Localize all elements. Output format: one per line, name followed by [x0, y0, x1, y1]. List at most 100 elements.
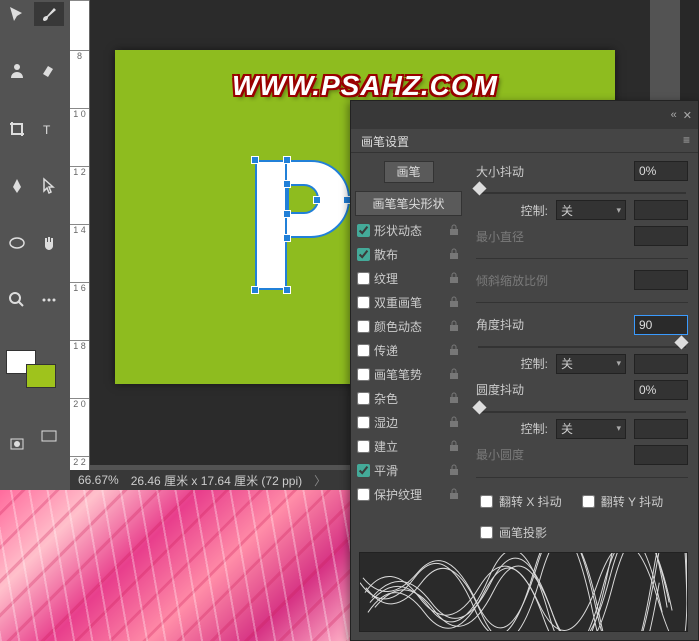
option-checkbox[interactable]: [357, 344, 370, 357]
anchor-point[interactable]: [251, 156, 259, 164]
roundness-control-dropdown[interactable]: 关▾: [556, 419, 626, 439]
quickmask-tool[interactable]: [2, 433, 32, 457]
zoom-level[interactable]: 66.67%: [78, 473, 119, 487]
direct-select-tool[interactable]: [34, 174, 64, 198]
screen-icon: [40, 428, 58, 446]
option-4[interactable]: 颜色动态: [355, 314, 462, 338]
option-2[interactable]: 纹理: [355, 266, 462, 290]
option-11[interactable]: 保护纹理: [355, 482, 462, 506]
roundness-control-value[interactable]: [634, 419, 688, 439]
tilt-scale-value: [634, 270, 688, 290]
anchor-point[interactable]: [251, 286, 259, 294]
color-swatches: [2, 346, 66, 423]
type-tool[interactable]: T: [34, 117, 64, 141]
roundness-jitter-value[interactable]: 0%: [634, 380, 688, 400]
screenmode-tool[interactable]: [34, 425, 64, 449]
ellipse-icon: [8, 234, 26, 252]
panel-tabs: 画笔设置 ≡: [351, 129, 698, 153]
size-control-value[interactable]: [634, 200, 688, 220]
option-5[interactable]: 传递: [355, 338, 462, 362]
option-checkbox[interactable]: [357, 488, 370, 501]
option-3[interactable]: 双重画笔: [355, 290, 462, 314]
option-checkbox[interactable]: [357, 248, 370, 261]
angle-control-value[interactable]: [634, 354, 688, 374]
size-jitter-value[interactable]: 0%: [634, 161, 688, 181]
dots-icon: [40, 291, 58, 309]
move-icon: [8, 5, 26, 23]
collapse-icon[interactable]: «: [671, 109, 677, 122]
option-7[interactable]: 杂色: [355, 386, 462, 410]
watermark-text: WWW.PSAHZ.COM: [232, 70, 498, 102]
anchor-point[interactable]: [283, 156, 291, 164]
option-checkbox[interactable]: [357, 272, 370, 285]
lock-icon: [448, 488, 460, 500]
min-roundness-value: [634, 445, 688, 465]
brush-tip-shape-header[interactable]: 画笔笔尖形状: [355, 191, 462, 216]
option-checkbox[interactable]: [357, 320, 370, 333]
angle-jitter-input[interactable]: 90: [634, 315, 688, 335]
tools-toolbar: T: [0, 0, 70, 490]
chevron-icon[interactable]: 〉: [314, 472, 326, 489]
size-control-dropdown[interactable]: 关▾: [556, 200, 626, 220]
option-checkbox[interactable]: [357, 416, 370, 429]
option-1[interactable]: 散布: [355, 242, 462, 266]
tab-brush-settings[interactable]: 画笔设置: [351, 129, 419, 152]
panel-menu-icon[interactable]: ≡: [675, 129, 698, 152]
flip-x-checkbox[interactable]: 翻转 X 抖动: [480, 489, 562, 514]
scrollbar-lane: [680, 0, 699, 100]
anchor-point[interactable]: [283, 210, 291, 218]
brush-tool[interactable]: [34, 2, 64, 26]
anchor-point[interactable]: [283, 286, 291, 294]
option-checkbox[interactable]: [357, 392, 370, 405]
roundness-jitter-slider[interactable]: [478, 406, 686, 409]
hand-tool[interactable]: [34, 231, 64, 255]
brush-preset-button[interactable]: 画笔: [384, 161, 434, 183]
option-label: 湿边: [374, 414, 444, 431]
option-checkbox[interactable]: [357, 296, 370, 309]
pen-tool[interactable]: [2, 174, 32, 198]
angle-control-dropdown[interactable]: 关▾: [556, 354, 626, 374]
flip-y-checkbox[interactable]: 翻转 Y 抖动: [582, 489, 663, 514]
scribble-preview-icon: [360, 553, 687, 632]
background-color[interactable]: [26, 364, 56, 388]
size-jitter-slider[interactable]: [478, 187, 686, 190]
healing-tool[interactable]: [34, 59, 64, 83]
pen-icon: [8, 177, 26, 195]
more-tool[interactable]: [34, 288, 64, 312]
option-9[interactable]: 建立: [355, 434, 462, 458]
option-8[interactable]: 湿边: [355, 410, 462, 434]
zoom-icon: [8, 291, 26, 309]
letter-shape[interactable]: [255, 160, 350, 290]
lock-icon: [448, 440, 460, 452]
svg-text:T: T: [43, 123, 51, 137]
background-image: [0, 490, 350, 641]
anchor-point[interactable]: [313, 196, 321, 204]
brush-projection-checkbox[interactable]: 画笔投影: [476, 520, 688, 545]
option-0[interactable]: 形状动态: [355, 218, 462, 242]
close-icon[interactable]: ✕: [683, 109, 692, 122]
doc-dimensions: 26.46 厘米 x 17.64 厘米 (72 ppi): [131, 472, 302, 489]
move-tool[interactable]: [2, 2, 32, 26]
option-checkbox[interactable]: [357, 224, 370, 237]
lock-icon: [448, 320, 460, 332]
hand-icon: [40, 234, 58, 252]
shape-tool[interactable]: [2, 231, 32, 255]
crop-icon: [8, 120, 26, 138]
option-label: 双重画笔: [374, 294, 444, 311]
option-label: 平滑: [374, 462, 444, 479]
option-checkbox[interactable]: [357, 368, 370, 381]
anchor-point[interactable]: [283, 234, 291, 242]
crop-tool[interactable]: [2, 117, 32, 141]
option-10[interactable]: 平滑: [355, 458, 462, 482]
brush-controls: 大小抖动 0% 控制: 关▾ 最小直径 倾斜缩放比例 角度抖动 90 控制:: [466, 153, 698, 553]
type-icon: T: [40, 120, 58, 138]
anchor-point[interactable]: [283, 180, 291, 188]
option-checkbox[interactable]: [357, 440, 370, 453]
option-checkbox[interactable]: [357, 464, 370, 477]
lock-icon: [448, 416, 460, 428]
lasso-tool[interactable]: [2, 59, 32, 83]
zoom-tool[interactable]: [2, 288, 32, 312]
angle-jitter-slider[interactable]: [478, 341, 686, 344]
lock-icon: [448, 464, 460, 476]
option-6[interactable]: 画笔笔势: [355, 362, 462, 386]
